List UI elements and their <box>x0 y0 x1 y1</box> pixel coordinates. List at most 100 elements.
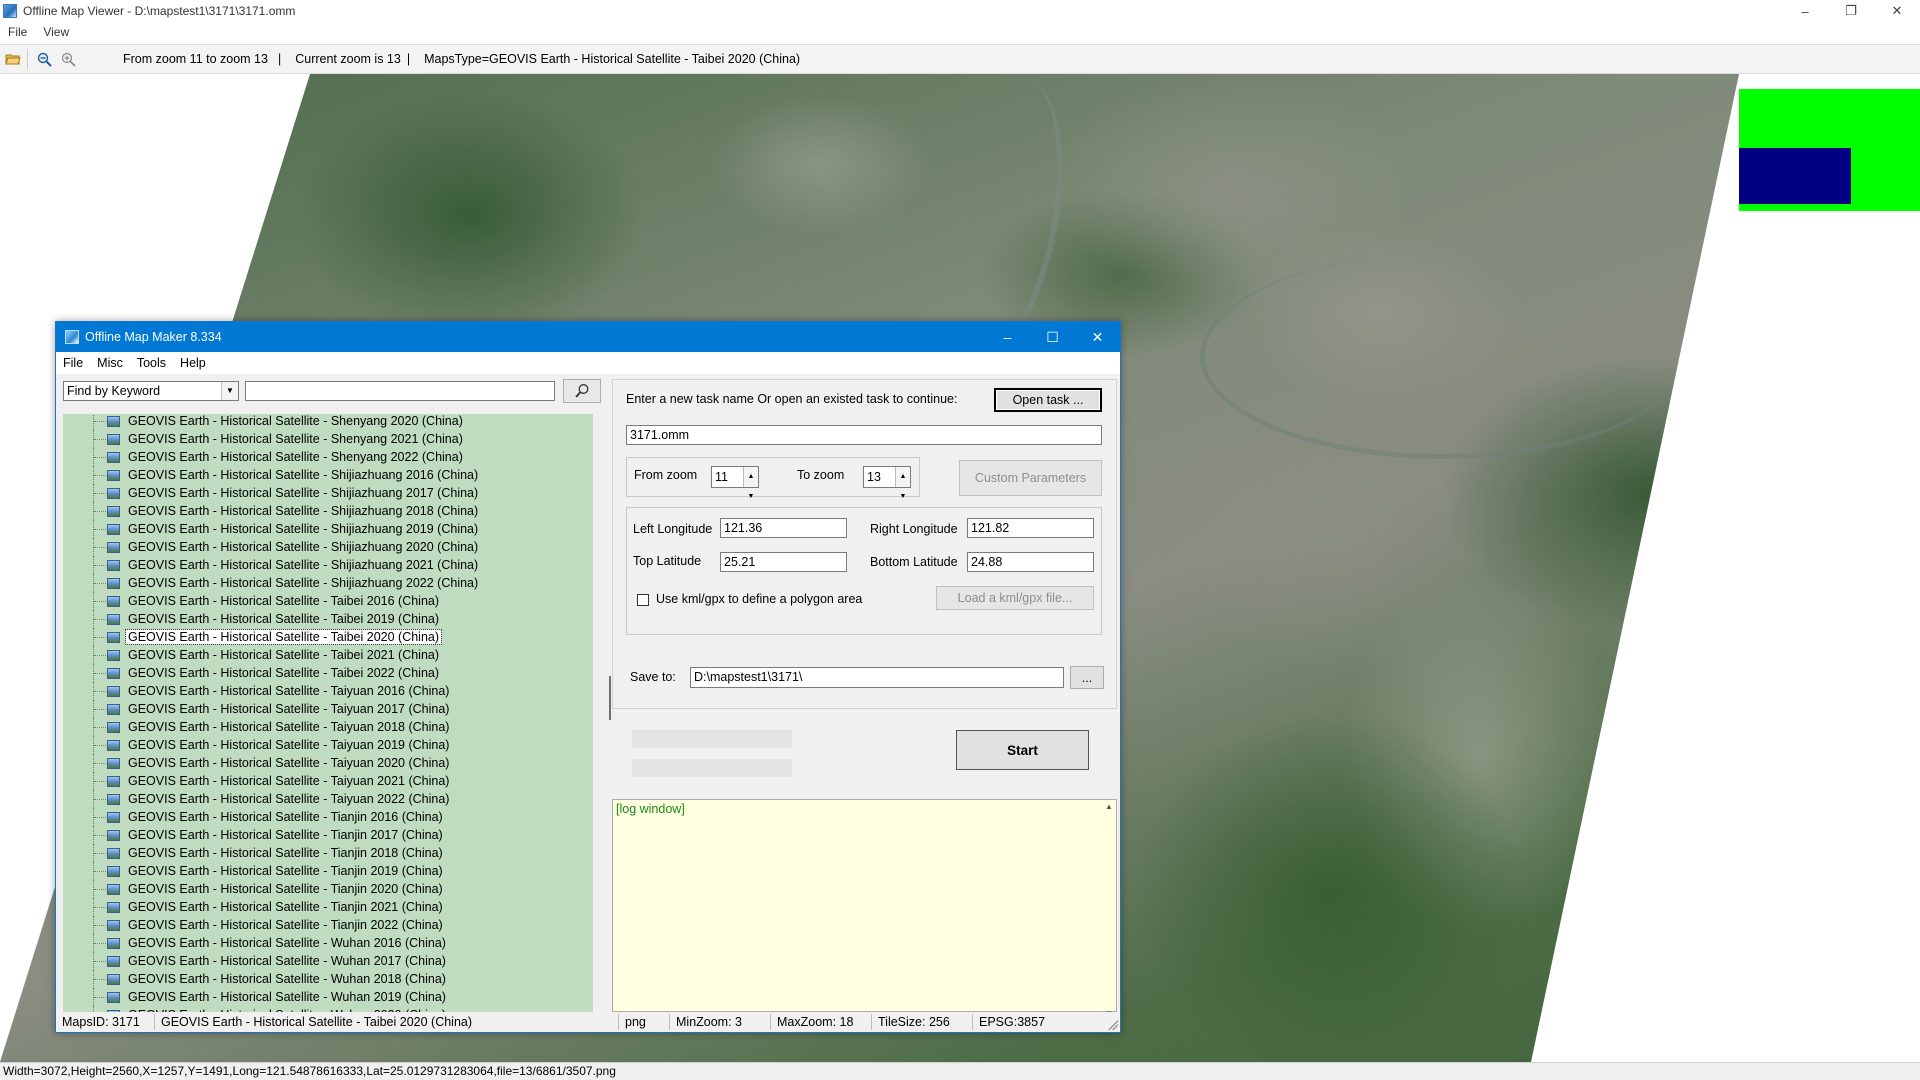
spinner-arrows-icon[interactable]: ▲ ▼ <box>895 467 910 500</box>
close-button[interactable]: ✕ <box>1874 0 1920 22</box>
open-folder-button[interactable] <box>2 48 24 70</box>
dialog-menu-file[interactable]: File <box>56 356 90 370</box>
list-item[interactable]: GEOVIS Earth - Historical Satellite - Ti… <box>63 862 593 880</box>
list-item[interactable]: GEOVIS Earth - Historical Satellite - Sh… <box>63 556 593 574</box>
scroll-up-icon[interactable]: ▲ <box>1105 802 1113 811</box>
dialog-menu-tools[interactable]: Tools <box>130 356 173 370</box>
tree-guide-line <box>94 655 106 656</box>
tree-scrollbar-thumb[interactable] <box>609 676 611 720</box>
zoom-in-button[interactable] <box>57 48 79 70</box>
list-item[interactable]: GEOVIS Earth - Historical Satellite - Sh… <box>63 538 593 556</box>
toolbar-divider: | <box>406 52 411 66</box>
list-item[interactable]: GEOVIS Earth - Historical Satellite - Ta… <box>63 682 593 700</box>
dialog-minimize-button[interactable]: – <box>985 322 1030 352</box>
restore-button[interactable]: ❐ <box>1828 0 1874 22</box>
list-item[interactable]: GEOVIS Earth - Historical Satellite - Ti… <box>63 898 593 916</box>
list-item[interactable]: GEOVIS Earth - Historical Satellite - Ta… <box>63 790 593 808</box>
list-item[interactable]: GEOVIS Earth - Historical Satellite - Ti… <box>63 880 593 898</box>
top-latitude-input[interactable]: 25.21 <box>720 552 847 572</box>
list-item[interactable]: GEOVIS Earth - Historical Satellite - Wu… <box>63 934 593 952</box>
viewer-app-icon <box>3 4 17 18</box>
list-item[interactable]: GEOVIS Earth - Historical Satellite - Sh… <box>63 448 593 466</box>
custom-parameters-button[interactable]: Custom Parameters <box>959 460 1102 496</box>
resize-grip[interactable] <box>1108 1020 1118 1030</box>
map-image-icon <box>107 829 120 841</box>
list-item[interactable]: GEOVIS Earth - Historical Satellite - Wu… <box>63 970 593 988</box>
save-path-input[interactable]: D:\mapstest1\3171\ <box>690 667 1064 688</box>
log-text: [log window] <box>616 802 685 816</box>
search-mode-value: Find by Keyword <box>67 384 161 398</box>
map-image-icon <box>107 469 120 481</box>
map-type-tree[interactable]: GEOVIS Earth - Historical Satellite - Sh… <box>63 414 593 1012</box>
from-zoom-spinner[interactable]: 11 ▲ ▼ <box>711 466 759 500</box>
dialog-menu-help[interactable]: Help <box>173 356 213 370</box>
list-item[interactable]: GEOVIS Earth - Historical Satellite - Wu… <box>63 988 593 1006</box>
viewer-toolbar: From zoom 11 to zoom 13 | Current zoom i… <box>0 44 1920 74</box>
map-image-icon <box>107 415 120 427</box>
search-mode-select[interactable]: Find by Keyword ▼ <box>63 381 239 401</box>
list-item[interactable]: GEOVIS Earth - Historical Satellite - Ta… <box>63 736 593 754</box>
viewer-window-controls: – ❐ ✕ <box>1782 0 1920 22</box>
zoom-out-button[interactable] <box>33 48 55 70</box>
map-image-icon <box>107 559 120 571</box>
right-longitude-input[interactable]: 121.82 <box>967 518 1094 538</box>
list-item[interactable]: GEOVIS Earth - Historical Satellite - Sh… <box>63 484 593 502</box>
list-item[interactable]: GEOVIS Earth - Historical Satellite - Ta… <box>63 664 593 682</box>
list-item[interactable]: GEOVIS Earth - Historical Satellite - Ti… <box>63 826 593 844</box>
start-button[interactable]: Start <box>956 730 1089 770</box>
kml-checkbox[interactable] <box>637 594 649 606</box>
keyword-input[interactable] <box>245 381 555 401</box>
open-task-button[interactable]: Open task ... <box>994 388 1102 412</box>
menu-file[interactable]: File <box>0 25 35 39</box>
list-item[interactable]: GEOVIS Earth - Historical Satellite - Sh… <box>63 466 593 484</box>
browse-button[interactable]: ... <box>1070 666 1104 689</box>
list-item[interactable]: GEOVIS Earth - Historical Satellite - Ta… <box>63 646 593 664</box>
list-item[interactable]: GEOVIS Earth - Historical Satellite - Wu… <box>63 952 593 970</box>
map-image-icon <box>107 613 120 625</box>
list-item[interactable]: GEOVIS Earth - Historical Satellite - Ti… <box>63 844 593 862</box>
map-image-icon <box>107 433 120 445</box>
list-item-label: GEOVIS Earth - Historical Satellite - Ta… <box>128 684 450 698</box>
tree-guide-line <box>94 763 106 764</box>
list-item[interactable]: GEOVIS Earth - Historical Satellite - Ta… <box>63 628 593 646</box>
map-image-icon <box>107 685 120 697</box>
left-longitude-input[interactable]: 121.36 <box>720 518 847 538</box>
log-scrollbar[interactable]: ▲ ▼ <box>1102 800 1116 1020</box>
tree-guide-line <box>94 727 106 728</box>
dialog-maximize-button[interactable]: ☐ <box>1030 322 1075 352</box>
list-item[interactable]: GEOVIS Earth - Historical Satellite - Ti… <box>63 916 593 934</box>
to-zoom-spinner[interactable]: 13 ▲ ▼ <box>863 466 911 500</box>
tree-guide-line <box>94 421 106 422</box>
task-prompt: Enter a new task name Or open an existed… <box>626 392 958 406</box>
map-image-icon <box>107 577 120 589</box>
status-map-name: GEOVIS Earth - Historical Satellite - Ta… <box>155 1014 619 1030</box>
list-item[interactable]: GEOVIS Earth - Historical Satellite - Ta… <box>63 610 593 628</box>
search-button[interactable] <box>563 379 601 403</box>
list-item[interactable]: GEOVIS Earth - Historical Satellite - Ta… <box>63 754 593 772</box>
map-image-icon <box>107 811 120 823</box>
tree-guide-line <box>94 997 106 998</box>
bottom-latitude-input[interactable]: 24.88 <box>967 552 1094 572</box>
menu-view[interactable]: View <box>35 25 77 39</box>
list-item[interactable]: GEOVIS Earth - Historical Satellite - Ti… <box>63 808 593 826</box>
map-image-icon <box>107 883 120 895</box>
list-item[interactable]: GEOVIS Earth - Historical Satellite - Ta… <box>63 592 593 610</box>
dialog-menu-misc[interactable]: Misc <box>90 356 130 370</box>
dialog-menubar: File Misc Tools Help <box>56 352 1120 374</box>
tree-guide-line <box>94 835 106 836</box>
load-kml-button[interactable]: Load a kml/gpx file... <box>936 586 1094 610</box>
list-item[interactable]: GEOVIS Earth - Historical Satellite - Sh… <box>63 414 593 430</box>
minimize-button[interactable]: – <box>1782 0 1828 22</box>
tree-guide-line <box>94 907 106 908</box>
task-name-input[interactable]: 3171.omm <box>626 425 1102 445</box>
dialog-close-button[interactable]: ✕ <box>1075 322 1120 352</box>
list-item[interactable]: GEOVIS Earth - Historical Satellite - Sh… <box>63 574 593 592</box>
list-item[interactable]: GEOVIS Earth - Historical Satellite - Ta… <box>63 718 593 736</box>
list-item[interactable]: GEOVIS Earth - Historical Satellite - Ta… <box>63 700 593 718</box>
log-window[interactable]: [log window] ▲ ▼ <box>612 799 1117 1018</box>
list-item[interactable]: GEOVIS Earth - Historical Satellite - Sh… <box>63 520 593 538</box>
spinner-arrows-icon[interactable]: ▲ ▼ <box>743 467 758 500</box>
list-item[interactable]: GEOVIS Earth - Historical Satellite - Sh… <box>63 502 593 520</box>
list-item[interactable]: GEOVIS Earth - Historical Satellite - Sh… <box>63 430 593 448</box>
list-item[interactable]: GEOVIS Earth - Historical Satellite - Ta… <box>63 772 593 790</box>
